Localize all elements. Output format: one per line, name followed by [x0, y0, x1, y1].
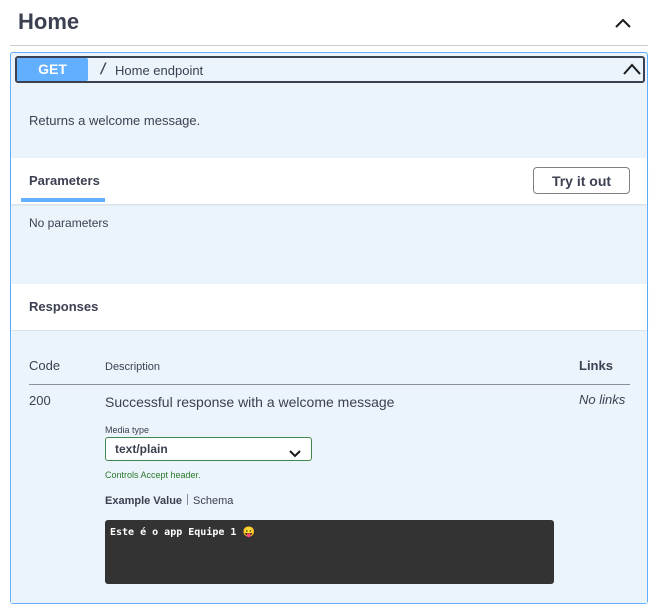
tag-title: Home	[18, 9, 80, 34]
operation-path: /	[99, 61, 108, 77]
response-links: No links	[579, 392, 626, 407]
table-divider	[29, 384, 630, 385]
tab-parameters[interactable]: Parameters	[29, 173, 100, 188]
example-body: Este é o app Equipe 1 😛	[110, 527, 255, 538]
column-header-description: Description	[105, 361, 161, 373]
chevron-up-icon[interactable]	[612, 12, 634, 34]
responses-header: Responses	[11, 284, 647, 330]
tag-header[interactable]: Home	[10, 0, 648, 46]
operation-block: GET / Home endpoint Returns a welcome me…	[10, 52, 648, 604]
operation-summary-text: Home endpoint	[115, 63, 204, 78]
chevron-up-icon[interactable]	[621, 59, 643, 79]
column-header-links: Links	[579, 358, 613, 373]
responses-table: Code Description Links 200 Successful re…	[11, 331, 647, 603]
operation-description: Returns a welcome message.	[29, 113, 201, 128]
try-it-out-button[interactable]: Try it out	[533, 167, 630, 194]
column-header-code: Code	[29, 358, 61, 373]
tab-schema[interactable]: Schema	[193, 495, 233, 507]
tab-separator	[187, 494, 189, 505]
no-parameters-text: No parameters	[29, 216, 109, 230]
media-type-label: Media type	[105, 425, 150, 435]
example-tabs: Example Value Schema	[105, 494, 233, 507]
media-type-select[interactable]: text/plain	[105, 437, 312, 461]
method-badge: GET	[17, 58, 88, 81]
parameters-header: Parameters Try it out	[11, 158, 647, 204]
tab-active-indicator	[21, 198, 105, 202]
chevron-down-icon	[289, 445, 301, 458]
operation-summary[interactable]: GET / Home endpoint	[15, 56, 645, 83]
tab-example-value[interactable]: Example Value	[105, 495, 182, 507]
response-description: Successful response with a welcome messa…	[105, 394, 395, 410]
responses-title: Responses	[29, 299, 99, 314]
response-code: 200	[29, 393, 51, 408]
media-type-value: text/plain	[115, 442, 168, 456]
example-code-block: Este é o app Equipe 1 😛	[105, 520, 554, 584]
controls-accept-note: Controls Accept header.	[105, 470, 201, 480]
